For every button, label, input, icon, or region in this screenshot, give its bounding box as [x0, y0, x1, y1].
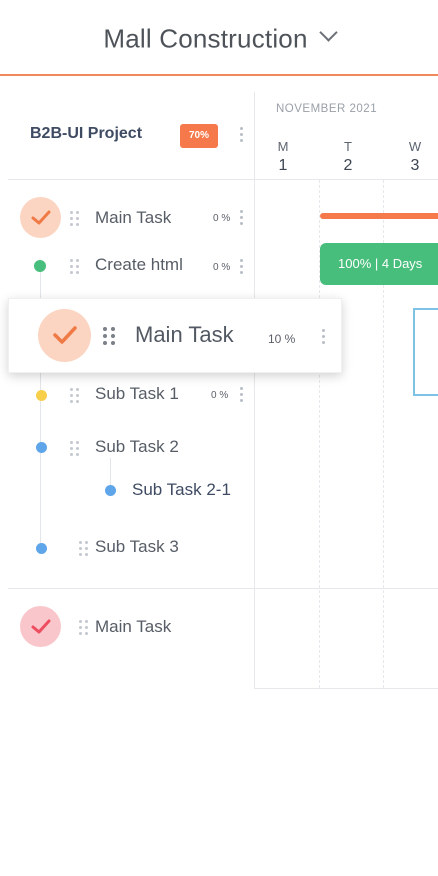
project-progress-badge: 70% — [180, 124, 218, 148]
task-complete-toggle[interactable] — [38, 309, 91, 362]
status-dot — [105, 485, 116, 496]
task-label: Main Task — [95, 617, 172, 636]
project-selector[interactable]: Mall Construction — [0, 22, 438, 55]
task-percent: 0 % — [213, 213, 231, 224]
header-title: Mall Construction — [103, 23, 308, 54]
drag-handle-icon[interactable] — [79, 620, 88, 635]
check-icon — [31, 619, 50, 633]
task-label: Sub Task 1 — [95, 384, 179, 403]
drag-handle-icon[interactable] — [70, 259, 79, 274]
status-dot — [34, 260, 46, 272]
status-dot — [36, 390, 47, 401]
calendar-month: NOVEMBER 2021 — [276, 103, 378, 115]
group-divider — [8, 588, 438, 589]
drag-handle-icon[interactable] — [70, 388, 79, 403]
drop-target-outline — [413, 308, 438, 396]
check-icon — [31, 210, 50, 224]
task-more-icon[interactable] — [240, 210, 243, 228]
drag-handle-icon[interactable] — [103, 327, 115, 345]
task-complete-toggle[interactable] — [20, 606, 61, 647]
day-number: 1 — [278, 157, 288, 174]
day-letter: T — [344, 139, 352, 154]
task-more-icon[interactable] — [240, 387, 243, 405]
header-divider — [8, 179, 438, 180]
check-icon — [52, 326, 77, 344]
status-dot — [36, 442, 47, 453]
bottom-divider — [254, 688, 438, 689]
drag-handle-icon[interactable] — [70, 441, 79, 456]
project-name: B2B-UI Project — [30, 125, 143, 142]
task-label: Create html — [95, 255, 183, 274]
task-complete-toggle[interactable] — [20, 197, 61, 238]
drag-handle-icon[interactable] — [70, 211, 79, 226]
dragged-task-label: Main Task — [135, 322, 234, 347]
day-number: 2 — [343, 157, 353, 174]
subtask-label: Sub Task 2-1 — [132, 480, 231, 499]
task-label: Sub Task 2 — [95, 437, 179, 456]
chevron-down-icon[interactable] — [318, 22, 338, 42]
task-duration-bar[interactable]: 100% | 4 Days — [320, 243, 438, 285]
dragged-task-percent: 10 % — [268, 332, 296, 346]
task-more-icon[interactable] — [322, 329, 325, 347]
task-label: Main Task — [95, 208, 172, 227]
task-label: Sub Task 3 — [95, 537, 179, 556]
drag-handle-icon[interactable] — [79, 541, 88, 556]
task-percent: 0 % — [213, 262, 231, 273]
task-percent: 0 % — [211, 390, 229, 401]
status-dot — [36, 543, 47, 554]
day-number: 3 — [410, 157, 420, 174]
project-more-icon[interactable] — [240, 127, 243, 145]
panel-divider — [254, 92, 255, 689]
day-letter: M — [277, 139, 289, 154]
task-progress-bar[interactable] — [320, 213, 438, 219]
day-letter: W — [408, 139, 422, 154]
task-more-icon[interactable] — [240, 259, 243, 277]
